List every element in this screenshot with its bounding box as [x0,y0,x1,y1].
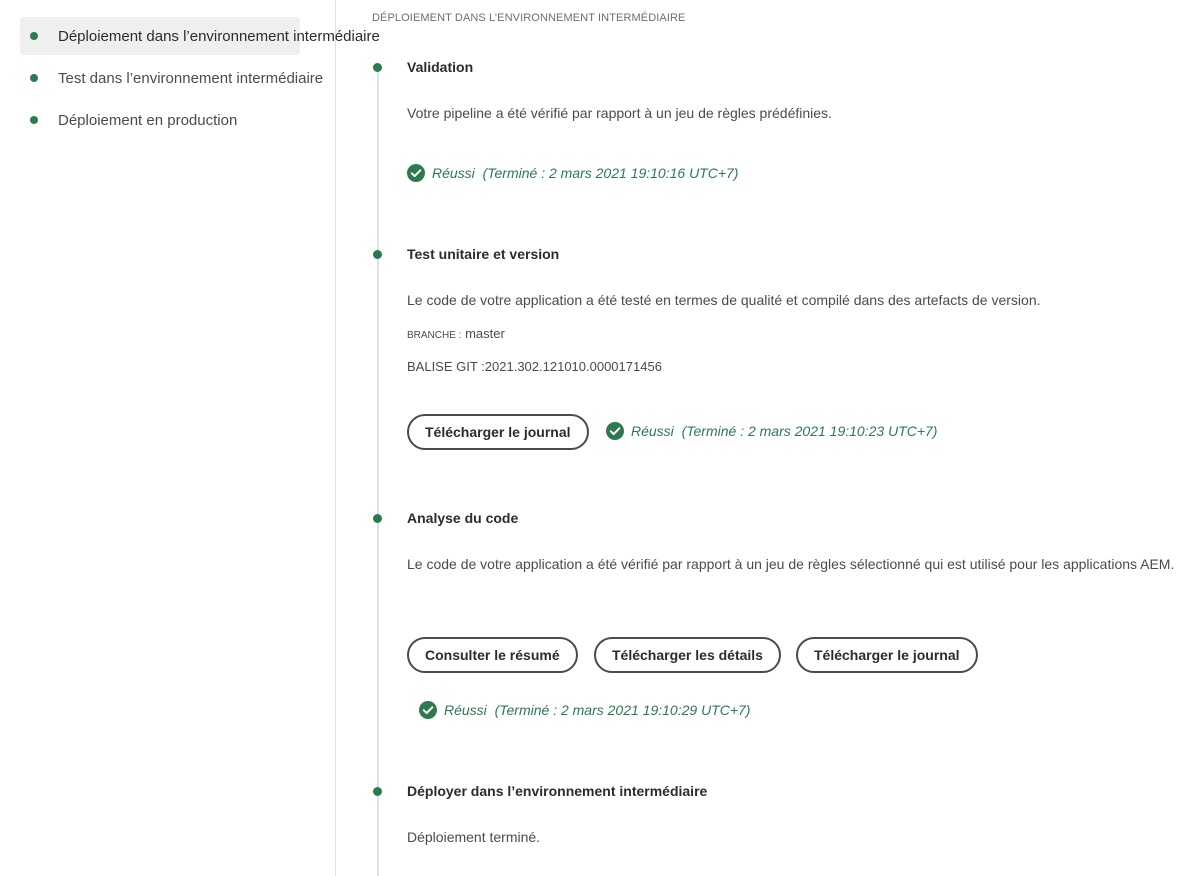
branch-label: BRANCHE : [407,330,462,341]
status-timestamp: (Terminé : 2 mars 2021 19:10:23 UTC+7) [681,423,938,439]
status-label: Réussi [432,165,475,181]
status-dot-icon [30,32,38,40]
step-title-code-analysis: Analyse du code [407,510,519,526]
git-tag-info: BALISE GIT :2021.302.121010.0000171456 [407,359,662,374]
branch-info: BRANCHE : master [407,326,505,341]
status-dot-icon [30,74,38,82]
section-title: DÉPLOIEMENT DANS L’ENVIRONNEMENT INTERMÉ… [372,12,686,24]
sidebar-item-label: Test dans l’environnement intermédiaire [58,69,324,87]
sidebar-item-label: Déploiement dans l’environnement intermé… [58,27,380,45]
git-tag-label: BALISE GIT : [407,359,485,374]
step-title-deploy-stage: Déployer dans l’environnement intermédia… [407,783,708,799]
step-title-validation: Validation [407,59,474,75]
step-description: Votre pipeline a été vérifié par rapport… [407,105,832,121]
step-description: Déploiement terminé. [407,829,541,845]
sidebar: Déploiement dans l’environnement intermé… [0,0,380,876]
step-description: Le code de votre application a été vérif… [407,556,1175,572]
status-timestamp: (Terminé : 2 mars 2021 19:10:29 UTC+7) [494,702,751,718]
sidebar-item-production[interactable]: Déploiement en production [20,101,247,139]
status-dot-icon [30,116,38,124]
step-dot-icon [373,63,382,72]
step-dot-icon [373,787,382,796]
status-success: Réussi (Terminé : 2 mars 2021 19:10:29 U… [419,701,750,719]
step-title-unit-test: Test unitaire et version [407,246,560,262]
branch-value: master [465,326,505,341]
step-description: Le code de votre application a été testé… [407,292,1041,308]
download-details-button[interactable]: Télécharger les détails [594,637,781,673]
sidebar-item-stage-test[interactable]: Test dans l’environnement intermédiaire [20,59,333,97]
check-circle-icon [419,701,437,719]
check-circle-icon [606,422,624,440]
download-log-button[interactable]: Télécharger le journal [407,414,589,450]
status-timestamp: (Terminé : 2 mars 2021 19:10:16 UTC+7) [482,165,739,181]
status-success: Réussi (Terminé : 2 mars 2021 19:10:23 U… [606,422,937,440]
git-tag-value: 2021.302.121010.0000171456 [484,359,662,374]
status-success: Réussi (Terminé : 2 mars 2021 19:10:16 U… [407,164,738,182]
step-dot-icon [373,514,382,523]
step-dot-icon [373,250,382,259]
check-circle-icon [407,164,425,182]
sidebar-item-stage-deploy[interactable]: Déploiement dans l’environnement intermé… [20,17,380,55]
view-summary-button[interactable]: Consulter le résumé [407,637,578,673]
pipeline-page: Déploiement dans l’environnement intermé… [0,0,1190,876]
download-log-button[interactable]: Télécharger le journal [796,637,978,673]
timeline-line [377,68,379,876]
sidebar-item-label: Déploiement en production [58,111,238,129]
status-label: Réussi [631,423,674,439]
status-label: Réussi [444,702,487,718]
